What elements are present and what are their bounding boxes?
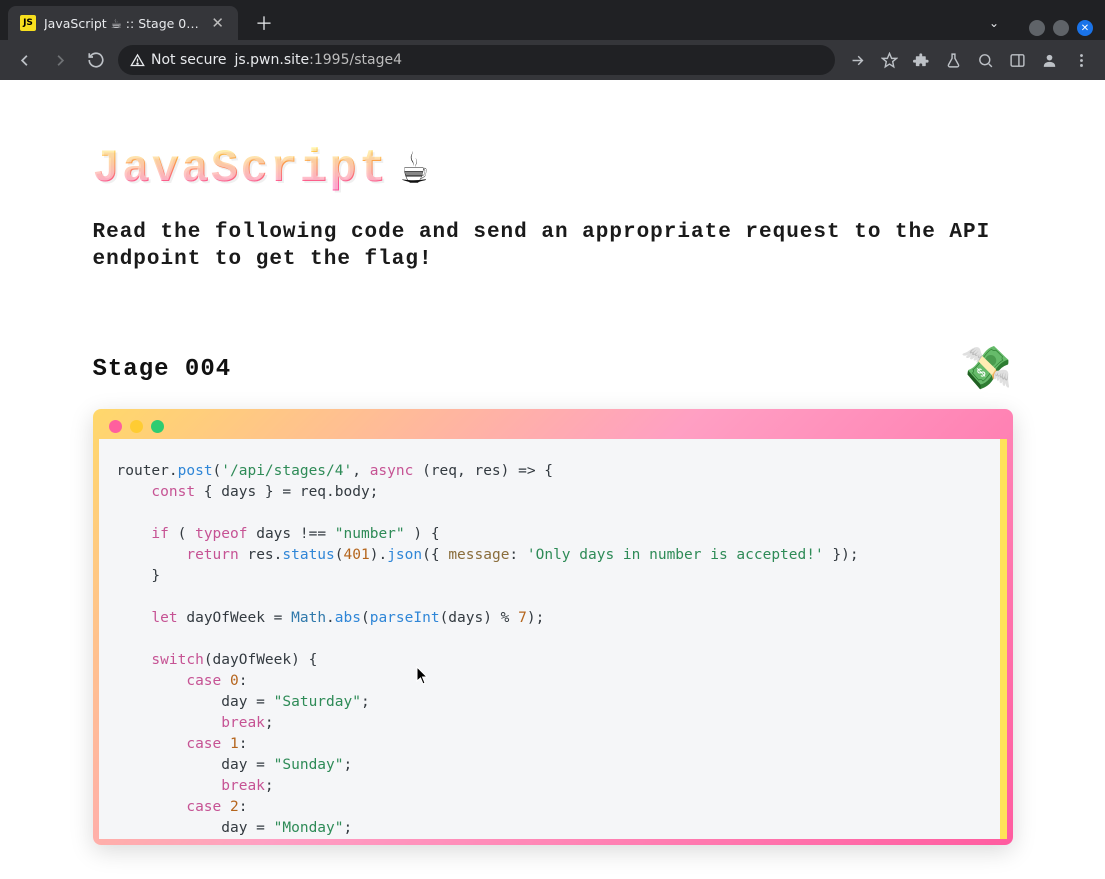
site-security-chip[interactable]: Not secure: [130, 52, 227, 68]
tab-close-icon[interactable]: ✕: [209, 16, 226, 31]
profile-icon[interactable]: [1035, 46, 1063, 74]
stage-heading: Stage 004: [93, 356, 232, 383]
tab-title: JavaScript ☕ :: Stage 004: [44, 16, 201, 31]
browser-toolbar: Not secure js.pwn.site:1995/stage4: [0, 40, 1105, 80]
new-tab-button[interactable]: ＋: [250, 9, 278, 37]
security-label: Not secure: [151, 52, 227, 68]
window-close-icon[interactable]: ✕: [1077, 20, 1093, 36]
bookmark-icon[interactable]: [875, 46, 903, 74]
panel-icon[interactable]: [1003, 46, 1031, 74]
url-path: /stage4: [349, 52, 402, 68]
send-icon[interactable]: [843, 46, 871, 74]
instructions-text: Read the following code and send an appr…: [93, 219, 1013, 274]
tab-strip: JS JavaScript ☕ :: Stage 004 ✕ ＋ ⌄ ✕: [0, 0, 1105, 40]
lab-flask-icon[interactable]: [939, 46, 967, 74]
url-host: js.pwn.site: [235, 52, 310, 68]
page-viewport: JavaScript ☕ Read the following code and…: [0, 80, 1105, 879]
page-title: JavaScript: [93, 143, 389, 195]
search-icon[interactable]: [971, 46, 999, 74]
window-controls: ✕: [1029, 20, 1093, 36]
window-minimize-icon[interactable]: [1029, 20, 1045, 36]
window-maximize-icon[interactable]: [1053, 20, 1069, 36]
browser-chrome: JS JavaScript ☕ :: Stage 004 ✕ ＋ ⌄ ✕ Not…: [0, 0, 1105, 80]
nav-forward-button: [46, 46, 74, 74]
code-listing: router.post('/api/stages/4', async (req,…: [117, 461, 982, 839]
address-bar[interactable]: Not secure js.pwn.site:1995/stage4: [118, 45, 835, 75]
url-port: :1995: [309, 52, 349, 68]
browser-tab[interactable]: JS JavaScript ☕ :: Stage 004 ✕: [8, 6, 238, 40]
coffee-icon: ☕: [401, 140, 429, 197]
tab-favicon: JS: [20, 15, 36, 31]
tab-list-caret-icon[interactable]: ⌄: [983, 10, 1005, 36]
page-content: JavaScript ☕ Read the following code and…: [13, 80, 1093, 879]
nav-back-button[interactable]: [10, 46, 38, 74]
code-window-titlebar: [99, 415, 1007, 439]
url-display: js.pwn.site:1995/stage4: [235, 52, 402, 68]
extensions-icon[interactable]: [907, 46, 935, 74]
traffic-light-close-icon: [109, 420, 122, 433]
traffic-light-zoom-icon: [151, 420, 164, 433]
kebab-menu-icon[interactable]: [1067, 46, 1095, 74]
traffic-light-minimize-icon: [130, 420, 143, 433]
nav-reload-button[interactable]: [82, 46, 110, 74]
code-window: router.post('/api/stages/4', async (req,…: [93, 409, 1013, 845]
money-wings-icon: 💸: [960, 344, 1012, 395]
code-body[interactable]: router.post('/api/stages/4', async (req,…: [99, 439, 1007, 839]
